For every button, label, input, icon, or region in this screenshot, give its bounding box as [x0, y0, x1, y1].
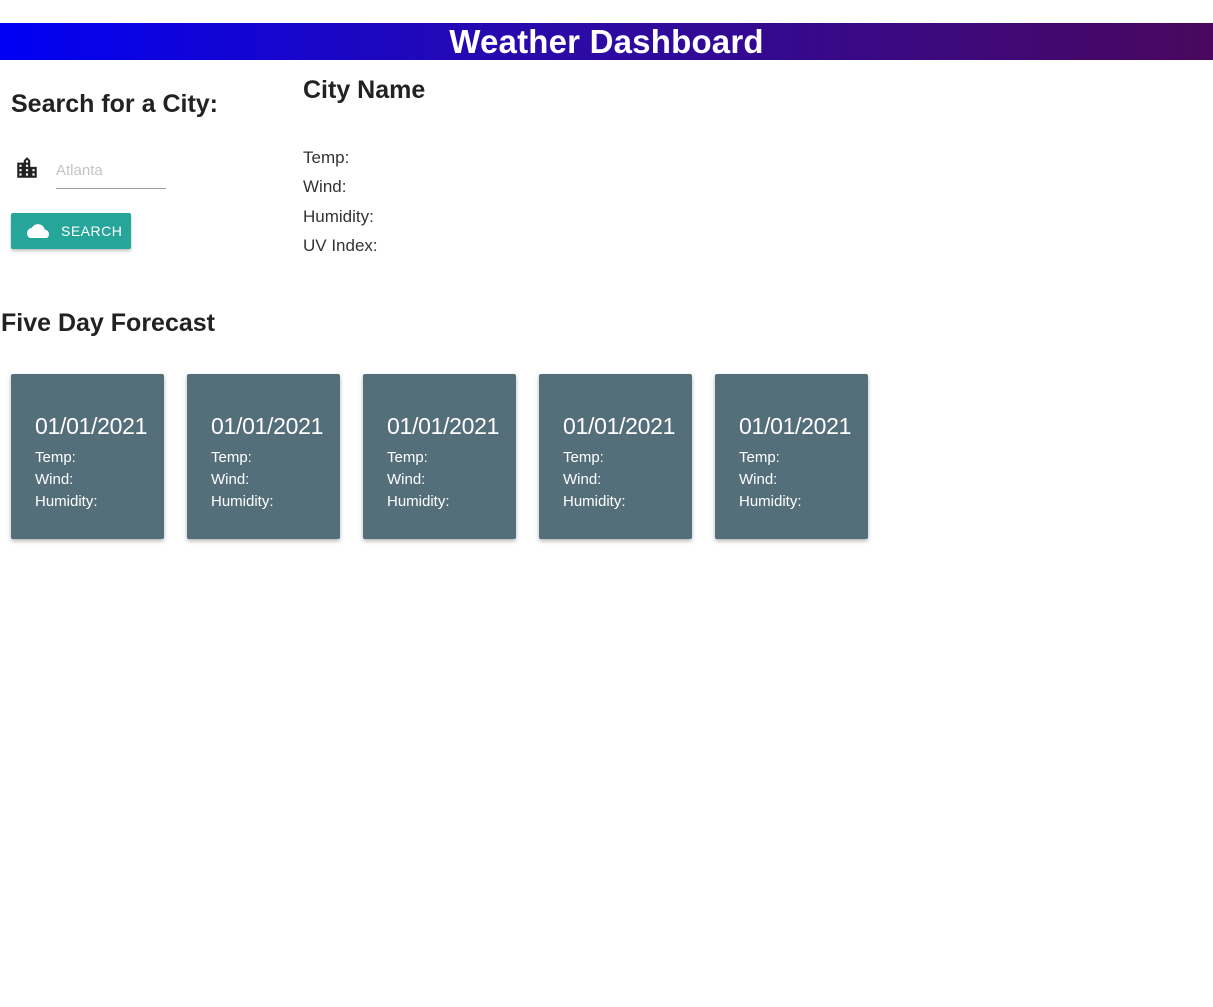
forecast-temp: Temp: — [387, 449, 428, 466]
forecast-temp: Temp: — [739, 449, 780, 466]
forecast-temp: Temp: — [563, 449, 604, 466]
forecast-wind: Wind: — [35, 471, 74, 488]
forecast-humidity: Humidity: — [739, 493, 802, 510]
forecast-date: 01/01/2021 — [739, 413, 852, 439]
forecast-wind: Wind: — [563, 471, 602, 488]
forecast-humidity: Humidity: — [35, 493, 98, 510]
forecast-card: 01/01/2021 Temp: Wind: Humidity: — [363, 374, 516, 539]
search-button-label: SEARCH — [61, 223, 123, 239]
current-city-name: City Name — [303, 76, 426, 104]
forecast-card: 01/01/2021 Temp: Wind: Humidity: — [187, 374, 340, 539]
forecast-humidity: Humidity: — [387, 493, 450, 510]
weather-dashboard-page: Weather Dashboard Search for a City: SEA… — [0, 0, 1213, 1007]
search-heading: Search for a City: — [11, 90, 219, 118]
current-wind: Wind: — [303, 177, 347, 196]
forecast-humidity: Humidity: — [211, 493, 274, 510]
page-title: Weather Dashboard — [449, 23, 764, 60]
forecast-wind: Wind: — [211, 471, 250, 488]
forecast-heading: Five Day Forecast — [1, 309, 215, 337]
current-humidity: Humidity: — [303, 207, 374, 226]
app-header: Weather Dashboard — [0, 23, 1213, 60]
forecast-date: 01/01/2021 — [35, 413, 148, 439]
forecast-card: 01/01/2021 Temp: Wind: Humidity: — [539, 374, 692, 539]
city-building-icon — [14, 155, 40, 181]
forecast-wind: Wind: — [387, 471, 426, 488]
forecast-cards: 01/01/2021 Temp: Wind: Humidity: 01/01/2… — [11, 374, 868, 539]
forecast-date: 01/01/2021 — [211, 413, 324, 439]
forecast-temp: Temp: — [35, 449, 76, 466]
forecast-date: 01/01/2021 — [563, 413, 676, 439]
forecast-wind: Wind: — [739, 471, 778, 488]
forecast-card: 01/01/2021 Temp: Wind: Humidity: — [715, 374, 868, 539]
forecast-date: 01/01/2021 — [387, 413, 500, 439]
forecast-card: 01/01/2021 Temp: Wind: Humidity: — [11, 374, 164, 539]
current-temp: Temp: — [303, 148, 350, 167]
cloud-icon — [27, 224, 49, 238]
search-button[interactable]: SEARCH — [11, 213, 131, 249]
current-uv-index: UV Index: — [303, 236, 378, 255]
forecast-temp: Temp: — [211, 449, 252, 466]
city-search-input[interactable] — [56, 152, 166, 189]
forecast-humidity: Humidity: — [563, 493, 626, 510]
